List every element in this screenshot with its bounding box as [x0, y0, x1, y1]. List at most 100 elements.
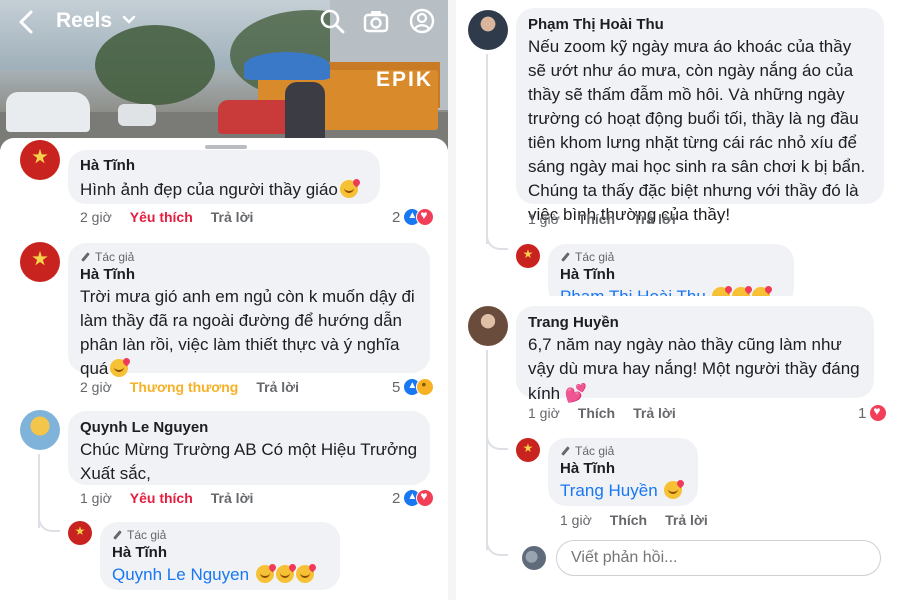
care-emoji-icon	[255, 565, 274, 583]
avatar[interactable]	[68, 521, 92, 545]
like-button[interactable]: Thích	[578, 405, 615, 421]
reels-title[interactable]: Reels	[56, 9, 112, 33]
reply-button[interactable]: Trả lời	[633, 211, 676, 227]
comment-author[interactable]: Hà Tĩnh	[560, 459, 686, 479]
comment-text: Chúc Mừng Trường AB Có một Hiệu Trưởng X…	[80, 440, 418, 483]
comment-bubble: Phạm Thị Hoài Thu Nếu zoom kỹ ngày mưa á…	[516, 8, 884, 224]
back-icon[interactable]	[14, 8, 42, 36]
thread-line	[486, 350, 488, 550]
reaction-count: 5	[392, 378, 401, 396]
reaction-summary[interactable]: 5	[392, 376, 435, 396]
mention-link[interactable]: Trang Huyền	[560, 481, 658, 500]
comment-time: 2 giờ	[80, 209, 112, 225]
avatar	[522, 546, 546, 570]
reply-text-wrap: Trang Huyền	[560, 479, 686, 503]
reply-button[interactable]: Trả lời	[256, 379, 299, 395]
comment-actions: 1 giờ Thích Trả lời	[528, 211, 676, 227]
avatar[interactable]	[20, 410, 60, 450]
like-button[interactable]: Thích	[578, 211, 615, 227]
reply-button[interactable]: Trả lời	[211, 209, 254, 225]
avatar[interactable]	[20, 242, 60, 282]
comment-text-wrap: Trời mưa gió anh em ngủ còn k muốn dậy đ…	[80, 285, 418, 381]
comment-actions: 2 giờ Yêu thích Trả lời	[80, 209, 253, 225]
avatar[interactable]	[516, 438, 540, 462]
comment-author[interactable]: Hà Tĩnh	[80, 156, 368, 176]
author-tag: Tác giả	[80, 250, 418, 265]
reaction-button[interactable]: Thương thương	[130, 379, 239, 395]
comment-text: Nếu zoom kỹ ngày mưa áo khoác của thầy s…	[528, 37, 866, 224]
profile-icon[interactable]	[408, 7, 436, 35]
care-emoji-icon	[110, 359, 129, 377]
comment-author[interactable]: Trang Huyền	[528, 313, 862, 333]
reaction-count: 2	[392, 208, 401, 226]
reaction-summary[interactable]: 1	[858, 404, 888, 422]
left-screenshot-panel: Reels EPIK Hà Tĩnh Hình ảnh đẹp của ngườ…	[0, 0, 448, 600]
comment-author[interactable]: Quynh Le Nguyen	[80, 418, 418, 438]
reaction-button[interactable]: Yêu thích	[130, 209, 193, 225]
comment-actions: 1 giờ Thích Trả lời	[560, 512, 708, 528]
pencil-icon	[80, 252, 91, 263]
reply-bubble: Tác giả Hà Tĩnh Trang Huyền	[548, 438, 698, 506]
comment-bubble: Quynh Le Nguyen Chúc Mừng Trường AB Có m…	[68, 411, 430, 485]
right-screenshot-panel: Phạm Thị Hoài Thu Nếu zoom kỹ ngày mưa á…	[456, 0, 900, 600]
care-emoji-icon	[275, 565, 294, 583]
comment-bubble: Tác giả Hà Tĩnh Trời mưa gió anh em ngủ …	[68, 243, 430, 378]
search-icon[interactable]	[318, 7, 346, 35]
avatar[interactable]	[468, 10, 508, 50]
video-car	[118, 104, 156, 126]
mention-link[interactable]: Quynh Le Nguyen	[112, 565, 249, 584]
reaction-button[interactable]: Yêu thích	[130, 490, 193, 506]
comment-text-wrap: 6,7 năm nay ngày nào thầy cũng làm như v…	[528, 333, 862, 406]
reply-button[interactable]: Trả lời	[665, 512, 708, 528]
reply-input[interactable]	[556, 540, 881, 576]
care-emoji-icon	[339, 180, 358, 198]
reply-bubble: Tác giả Hà Tĩnh Quynh Le Nguyen	[100, 522, 340, 590]
video-person	[285, 82, 325, 140]
avatar[interactable]	[20, 140, 60, 180]
comment-time: 2 giờ	[80, 379, 112, 395]
care-emoji-icon	[664, 481, 683, 499]
comment-author[interactable]: Hà Tĩnh	[560, 265, 782, 285]
reply-button[interactable]: Trả lời	[211, 490, 254, 506]
comment-bubble: Hà Tĩnh Hình ảnh đẹp của người thầy giáo	[68, 150, 380, 204]
comment-time: 1 giờ	[528, 405, 560, 421]
pencil-icon	[112, 530, 123, 541]
pencil-icon	[560, 252, 571, 263]
author-tag-label: Tác giả	[575, 250, 615, 264]
reaction-summary[interactable]: 2	[392, 489, 435, 507]
comment-author[interactable]: Hà Tĩnh	[80, 265, 418, 285]
author-tag: Tác giả	[560, 250, 782, 265]
author-tag: Tác giả	[112, 528, 328, 543]
reaction-count: 1	[858, 404, 867, 422]
comment-time: 1 giờ	[560, 512, 592, 528]
chevron-down-icon[interactable]	[122, 12, 136, 29]
epik-watermark: EPIK	[376, 68, 434, 91]
love-reaction-icon	[416, 489, 435, 507]
comment-text: Hình ảnh đẹp của người thầy giáo	[80, 180, 338, 199]
thread-line	[486, 538, 508, 556]
pink-heart-emoji-icon: 💕	[564, 383, 588, 403]
care-reaction-icon	[416, 376, 435, 396]
avatar[interactable]	[468, 306, 508, 346]
author-tag-label: Tác giả	[95, 250, 135, 264]
reply-button[interactable]: Trả lời	[633, 405, 676, 421]
comment-actions: 1 giờ Thích Trả lời	[528, 405, 676, 421]
reaction-summary[interactable]: 2	[392, 208, 435, 226]
thread-line	[486, 54, 488, 244]
comment-text: Trời mưa gió anh em ngủ còn k muốn dậy đ…	[80, 287, 415, 378]
thread-line	[486, 430, 508, 450]
camera-icon[interactable]	[362, 7, 390, 35]
thread-line	[486, 230, 508, 250]
author-tag-label: Tác giả	[127, 528, 167, 542]
sheet-drag-handle[interactable]	[205, 145, 247, 149]
comment-author[interactable]: Phạm Thị Hoài Thu	[528, 15, 872, 35]
comment-author[interactable]: Hà Tĩnh	[112, 543, 328, 563]
avatar[interactable]	[516, 244, 540, 268]
panel-divider	[448, 0, 456, 600]
pencil-icon	[560, 446, 571, 457]
reel-video[interactable]: Reels EPIK	[0, 0, 448, 150]
author-tag-label: Tác giả	[575, 444, 615, 458]
like-button[interactable]: Thích	[610, 512, 647, 528]
comment-time: 1 giờ	[528, 211, 560, 227]
love-reaction-icon	[416, 208, 435, 226]
